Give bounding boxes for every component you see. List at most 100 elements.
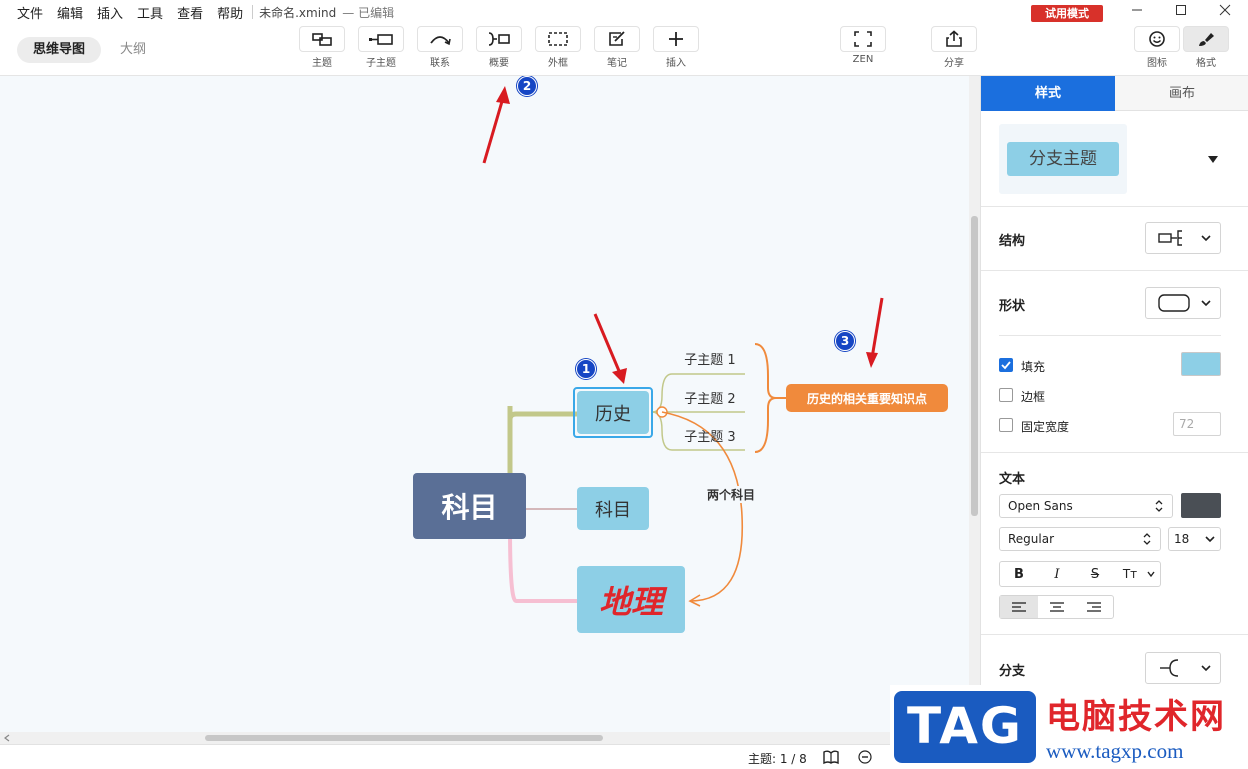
menu-bar: 文件 编辑 插入 工具 查看 帮助 xyxy=(0,3,250,22)
horizontal-scroll-thumb[interactable] xyxy=(205,735,603,741)
note-button[interactable]: 笔记 xyxy=(593,26,641,69)
text-case-button[interactable]: Tт xyxy=(1114,567,1146,581)
edit-status: — 已编辑 xyxy=(342,5,395,20)
subtopic-button[interactable]: 子主题 xyxy=(357,26,405,69)
shape-dropdown[interactable] xyxy=(1145,287,1221,319)
fixed-width-input[interactable]: 72 xyxy=(1173,412,1221,436)
branch-topic-subject[interactable]: 科目 xyxy=(577,487,649,530)
summary-button[interactable]: 概要 xyxy=(475,26,523,69)
format-panel-button[interactable]: 格式 xyxy=(1182,26,1230,69)
book-icon[interactable] xyxy=(822,749,840,765)
relation-label-text[interactable]: 两个科目 xyxy=(705,486,758,503)
close-button[interactable] xyxy=(1210,2,1240,22)
summary-label: 概要 xyxy=(489,58,509,69)
step-badge-2: 2 xyxy=(517,76,537,96)
divider xyxy=(981,452,1248,453)
align-center-button[interactable] xyxy=(1038,601,1076,613)
summary-icon xyxy=(488,32,510,46)
subtopic-3[interactable]: 子主题 3 xyxy=(676,426,744,445)
chevron-down-icon xyxy=(1201,665,1211,672)
border-checkbox[interactable] xyxy=(999,388,1013,402)
subtopic-2[interactable]: 子主题 2 xyxy=(676,388,744,407)
menu-insert[interactable]: 插入 xyxy=(97,3,123,22)
branch-topic-history[interactable]: 历史 xyxy=(577,391,649,434)
vertical-scrollbar[interactable] xyxy=(969,76,980,732)
style-dropdown-icon[interactable] xyxy=(1207,154,1219,164)
align-left-button[interactable] xyxy=(1000,596,1038,618)
menu-help[interactable]: 帮助 xyxy=(217,3,243,22)
font-size-value: 18 xyxy=(1174,532,1190,546)
align-right-button[interactable] xyxy=(1075,601,1113,613)
file-name: 未命名.xmind xyxy=(259,5,337,20)
tab-canvas[interactable]: 画布 xyxy=(1115,76,1248,111)
font-size-select[interactable]: 18 xyxy=(1168,527,1221,551)
branch-dropdown[interactable] xyxy=(1145,652,1221,684)
tab-mindmap[interactable]: 思维导图 xyxy=(17,37,102,63)
maximize-button[interactable] xyxy=(1166,2,1196,22)
fill-color-swatch[interactable] xyxy=(1181,352,1221,376)
topic-button[interactable]: 主题 xyxy=(298,26,346,69)
font-family-value: Open Sans xyxy=(1008,499,1073,513)
structure-dropdown[interactable] xyxy=(1145,222,1221,254)
branch-topic-geography[interactable]: 地理 xyxy=(577,566,685,633)
zoom-out-icon[interactable] xyxy=(858,750,872,764)
trial-mode-badge[interactable]: 试用模式 xyxy=(1031,5,1103,22)
chevron-down-icon xyxy=(1201,300,1211,307)
menu-separator xyxy=(252,5,254,19)
annotation-arrowhead-2 xyxy=(496,86,510,104)
vertical-scroll-thumb[interactable] xyxy=(971,216,978,516)
mindmap-canvas[interactable]: 科目 历史 科目 地理 子主题 1 子主题 2 子主题 3 历史的相关重要知识点… xyxy=(0,76,969,732)
minimize-icon xyxy=(1132,9,1142,11)
central-topic[interactable]: 科目 xyxy=(413,473,526,539)
bold-button[interactable]: B xyxy=(1000,567,1038,582)
summary-topic[interactable]: 历史的相关重要知识点 xyxy=(786,384,948,412)
chevron-down-icon xyxy=(1201,235,1211,242)
share-icon xyxy=(946,30,962,47)
subtopic-icon xyxy=(369,34,393,45)
font-family-select[interactable]: Open Sans xyxy=(999,494,1173,518)
insert-button[interactable]: 插入 xyxy=(652,26,700,69)
tab-outline[interactable]: 大纲 xyxy=(104,37,162,63)
topic-counter: 主题: 1 / 8 xyxy=(748,752,807,766)
annotation-arrow-1 xyxy=(593,313,624,379)
summary-bracket xyxy=(754,343,777,453)
menu-edit[interactable]: 编辑 xyxy=(57,3,83,22)
minimize-button[interactable] xyxy=(1122,2,1152,22)
note-label: 笔记 xyxy=(607,58,627,69)
zen-button[interactable]: ZEN xyxy=(839,26,887,65)
branch-label: 分支 xyxy=(999,664,1026,679)
tab-style[interactable]: 样式 xyxy=(981,76,1115,111)
divider xyxy=(981,206,1248,207)
subtopic-label: 子主题 xyxy=(366,58,396,69)
text-format-group: B I S Tт xyxy=(999,561,1161,587)
align-center-icon xyxy=(1049,602,1064,612)
relation-icon xyxy=(430,36,451,46)
icon-panel-button[interactable]: 图标 xyxy=(1133,26,1181,69)
chevron-down-icon[interactable] xyxy=(1146,569,1156,579)
share-button[interactable]: 分享 xyxy=(930,26,978,69)
fullscreen-icon xyxy=(854,31,872,47)
check-icon xyxy=(1001,361,1011,370)
step-badge-3: 3 xyxy=(835,331,855,351)
subtopic-1[interactable]: 子主题 1 xyxy=(676,349,744,368)
boundary-button[interactable]: 外框 xyxy=(534,26,582,69)
scroll-left-icon[interactable] xyxy=(3,732,11,744)
watermark-url: www.tagxp.com xyxy=(1046,739,1184,763)
fixed-width-checkbox[interactable] xyxy=(999,418,1013,432)
connector-history xyxy=(507,406,578,421)
horizontal-scrollbar[interactable] xyxy=(0,732,980,744)
relation-label: 联系 xyxy=(430,58,450,69)
relation-button[interactable]: 联系 xyxy=(416,26,464,69)
menu-view[interactable]: 查看 xyxy=(177,3,203,22)
style-preview[interactable]: 分支主题 xyxy=(999,124,1127,194)
fill-checkbox[interactable] xyxy=(999,358,1013,372)
text-label: 文本 xyxy=(999,472,1026,487)
strikethrough-button[interactable]: S xyxy=(1076,567,1114,582)
italic-button[interactable]: I xyxy=(1038,567,1076,582)
menu-file[interactable]: 文件 xyxy=(17,3,43,22)
menu-tools[interactable]: 工具 xyxy=(137,3,163,22)
text-color-swatch[interactable] xyxy=(1181,493,1221,518)
style-preview-topic: 分支主题 xyxy=(1007,142,1119,176)
font-weight-select[interactable]: Regular xyxy=(999,527,1161,551)
rounded-rect-icon xyxy=(1158,294,1190,312)
